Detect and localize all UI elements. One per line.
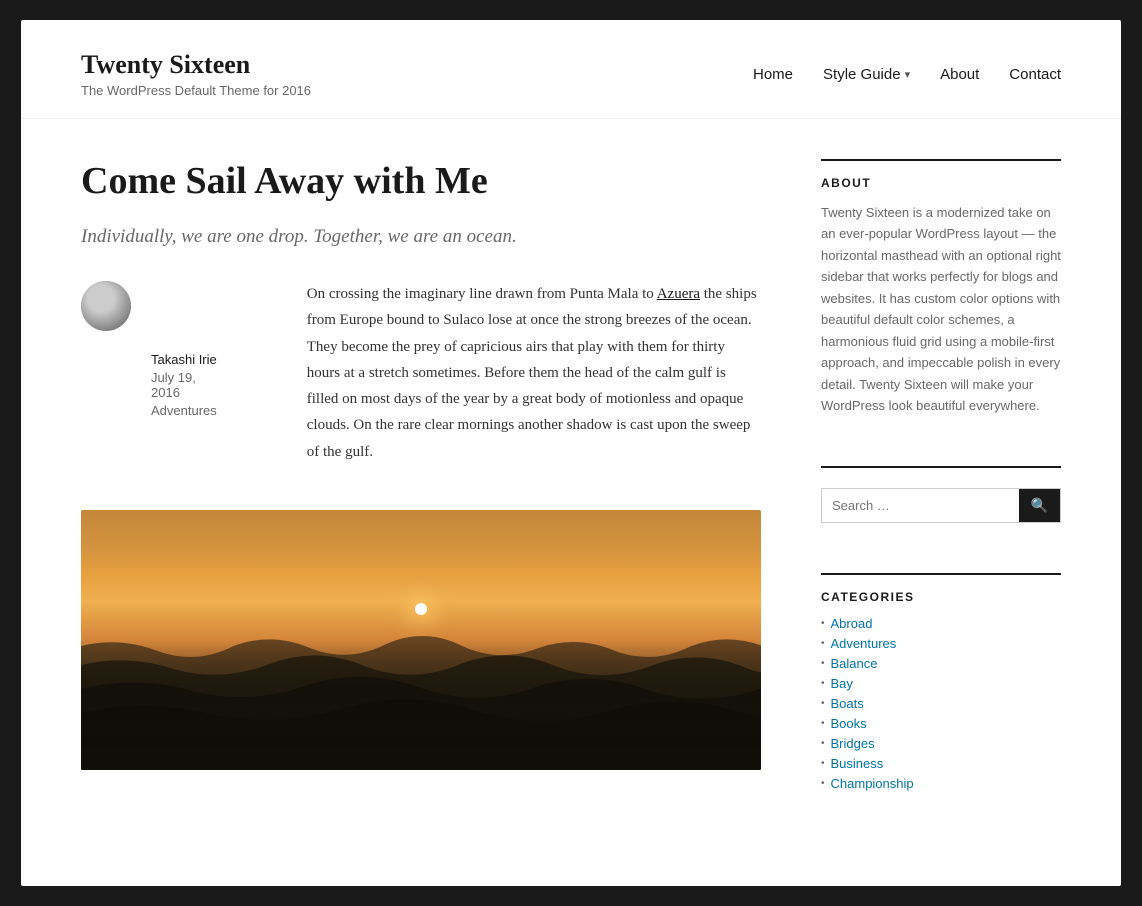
search-icon: 🔍 (1031, 497, 1048, 514)
post-author: Takashi Irie (151, 352, 217, 367)
post-meta: Takashi Irie July 19, 2016 Adventures On… (81, 281, 761, 490)
post-article: Come Sail Away with Me Individually, we … (81, 159, 761, 770)
site-title: Twenty Sixteen (81, 50, 311, 80)
site-content: Come Sail Away with Me Individually, we … (21, 119, 1121, 886)
post-date: July 19, 2016 (151, 370, 217, 400)
sun-decoration (415, 603, 427, 615)
search-box: 🔍 (821, 488, 1061, 523)
list-item: • Bridges (821, 736, 1061, 751)
category-link[interactable]: Championship (831, 776, 914, 791)
sidebar: ABOUT Twenty Sixteen is a modernized tak… (821, 159, 1061, 846)
sidebar-search-section: 🔍 (821, 466, 1061, 543)
site-header: Twenty Sixteen The WordPress Default The… (21, 20, 1121, 119)
post-body: On crossing the imaginary line drawn fro… (307, 281, 761, 465)
main-area: Come Sail Away with Me Individually, we … (81, 159, 761, 846)
post-subtitle: Individually, we are one drop. Together,… (81, 223, 761, 252)
category-link[interactable]: Bridges (831, 736, 875, 751)
nav-style-guide[interactable]: Style Guide ▾ (823, 66, 910, 83)
search-button[interactable]: 🔍 (1019, 489, 1060, 522)
category-link[interactable]: Balance (831, 656, 878, 671)
nav-about[interactable]: About (940, 66, 979, 83)
sidebar-about-text: Twenty Sixteen is a modernized take on a… (821, 202, 1061, 416)
bullet-icon: • (821, 738, 825, 749)
bullet-icon: • (821, 658, 825, 669)
nav-contact[interactable]: Contact (1009, 66, 1061, 83)
category-link[interactable]: Books (831, 716, 867, 731)
list-item: • Balance (821, 656, 1061, 671)
post-title: Come Sail Away with Me (81, 159, 761, 205)
sidebar-about-section: ABOUT Twenty Sixteen is a modernized tak… (821, 159, 1061, 436)
post-category: Adventures (151, 403, 217, 418)
image-overlay (81, 640, 761, 770)
bullet-icon: • (821, 758, 825, 769)
list-item: • Boats (821, 696, 1061, 711)
post-image (81, 510, 761, 770)
azuera-link[interactable]: Azuera (657, 286, 700, 302)
post-meta-info: Takashi Irie July 19, 2016 Adventures (151, 281, 217, 490)
categories-list: • Abroad • Adventures • Balance • Bay • Boats • Boo… (821, 616, 1061, 791)
bullet-icon: • (821, 638, 825, 649)
nav-home[interactable]: Home (753, 66, 793, 83)
bullet-icon: • (821, 678, 825, 689)
category-link[interactable]: Business (831, 756, 884, 771)
sidebar-categories-title: CATEGORIES (821, 590, 1061, 604)
bullet-icon: • (821, 778, 825, 789)
avatar (81, 281, 131, 331)
chevron-down-icon: ▾ (905, 68, 911, 81)
sidebar-categories-section: CATEGORIES • Abroad • Adventures • Balance • Ba… (821, 573, 1061, 816)
site-branding: Twenty Sixteen The WordPress Default The… (81, 50, 311, 98)
list-item: • Books (821, 716, 1061, 731)
bullet-icon: • (821, 718, 825, 729)
list-item: • Adventures (821, 636, 1061, 651)
search-input[interactable] (822, 489, 1019, 522)
bullet-icon: • (821, 698, 825, 709)
sidebar-about-title: ABOUT (821, 176, 1061, 190)
category-link[interactable]: Abroad (831, 616, 873, 631)
category-link[interactable]: Boats (831, 696, 864, 711)
list-item: • Business (821, 756, 1061, 771)
list-item: • Abroad (821, 616, 1061, 631)
main-nav: Home Style Guide ▾ About Contact (753, 66, 1061, 83)
category-link[interactable]: Adventures (831, 636, 897, 651)
site-description: The WordPress Default Theme for 2016 (81, 83, 311, 98)
list-item: • Bay (821, 676, 1061, 691)
bullet-icon: • (821, 618, 825, 629)
category-link[interactable]: Bay (831, 676, 853, 691)
list-item: • Championship (821, 776, 1061, 791)
avatar-image (81, 281, 131, 331)
